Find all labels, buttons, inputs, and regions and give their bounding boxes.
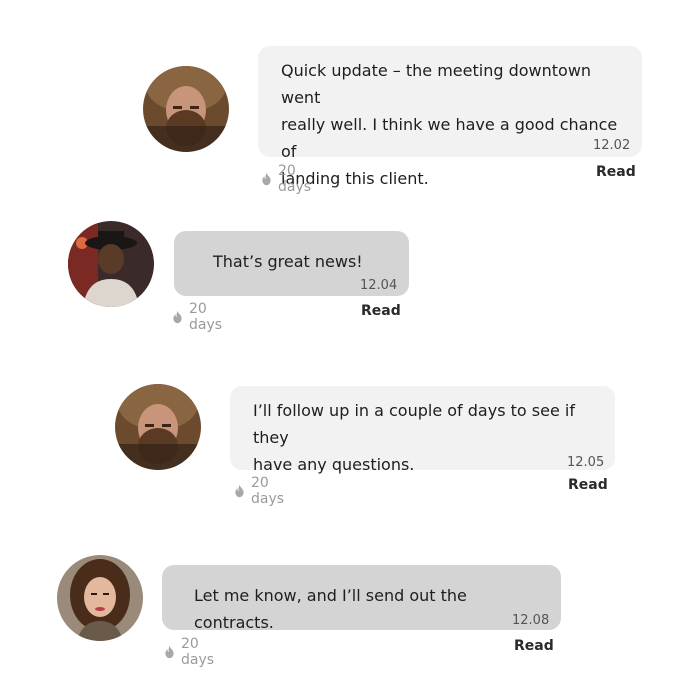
message-text: I’ll follow up in a couple of days to se… bbox=[253, 401, 575, 474]
message-age: 20 days bbox=[234, 475, 289, 507]
message-text: Quick update – the meeting downtown went… bbox=[281, 61, 618, 188]
age-label: 20 days bbox=[189, 301, 223, 333]
avatar-bearded-man[interactable] bbox=[143, 66, 229, 152]
man-in-hat-photo bbox=[68, 221, 154, 307]
age-label: 20 days bbox=[181, 636, 215, 668]
read-status: Read bbox=[361, 303, 401, 319]
avatar-man-in-hat[interactable] bbox=[68, 221, 154, 307]
avatar-woman[interactable] bbox=[57, 555, 143, 641]
bearded-man-photo bbox=[143, 66, 229, 152]
flame-icon bbox=[165, 645, 174, 659]
read-status: Read bbox=[514, 638, 554, 654]
message-text: That’s great news! bbox=[213, 252, 363, 271]
message-text: Let me know, and I’ll send out the contr… bbox=[194, 586, 467, 632]
avatar-bearded-man[interactable] bbox=[115, 384, 201, 470]
message-age: 20 days bbox=[172, 301, 227, 333]
age-label: 20 days bbox=[251, 475, 285, 507]
read-status: Read bbox=[596, 164, 636, 180]
message-time: 12.05 bbox=[567, 455, 605, 470]
message-age: 20 days bbox=[261, 163, 316, 195]
message-age: 20 days bbox=[164, 636, 219, 668]
flame-icon bbox=[173, 310, 182, 324]
message-time: 12.04 bbox=[360, 278, 398, 293]
bearded-man-photo bbox=[115, 384, 201, 470]
flame-icon bbox=[235, 484, 244, 498]
message-time: 12.02 bbox=[593, 138, 631, 153]
read-status: Read bbox=[568, 477, 608, 493]
age-label: 20 days bbox=[278, 163, 312, 195]
message-time: 12.08 bbox=[512, 613, 550, 628]
flame-icon bbox=[262, 172, 271, 186]
woman-photo bbox=[57, 555, 143, 641]
